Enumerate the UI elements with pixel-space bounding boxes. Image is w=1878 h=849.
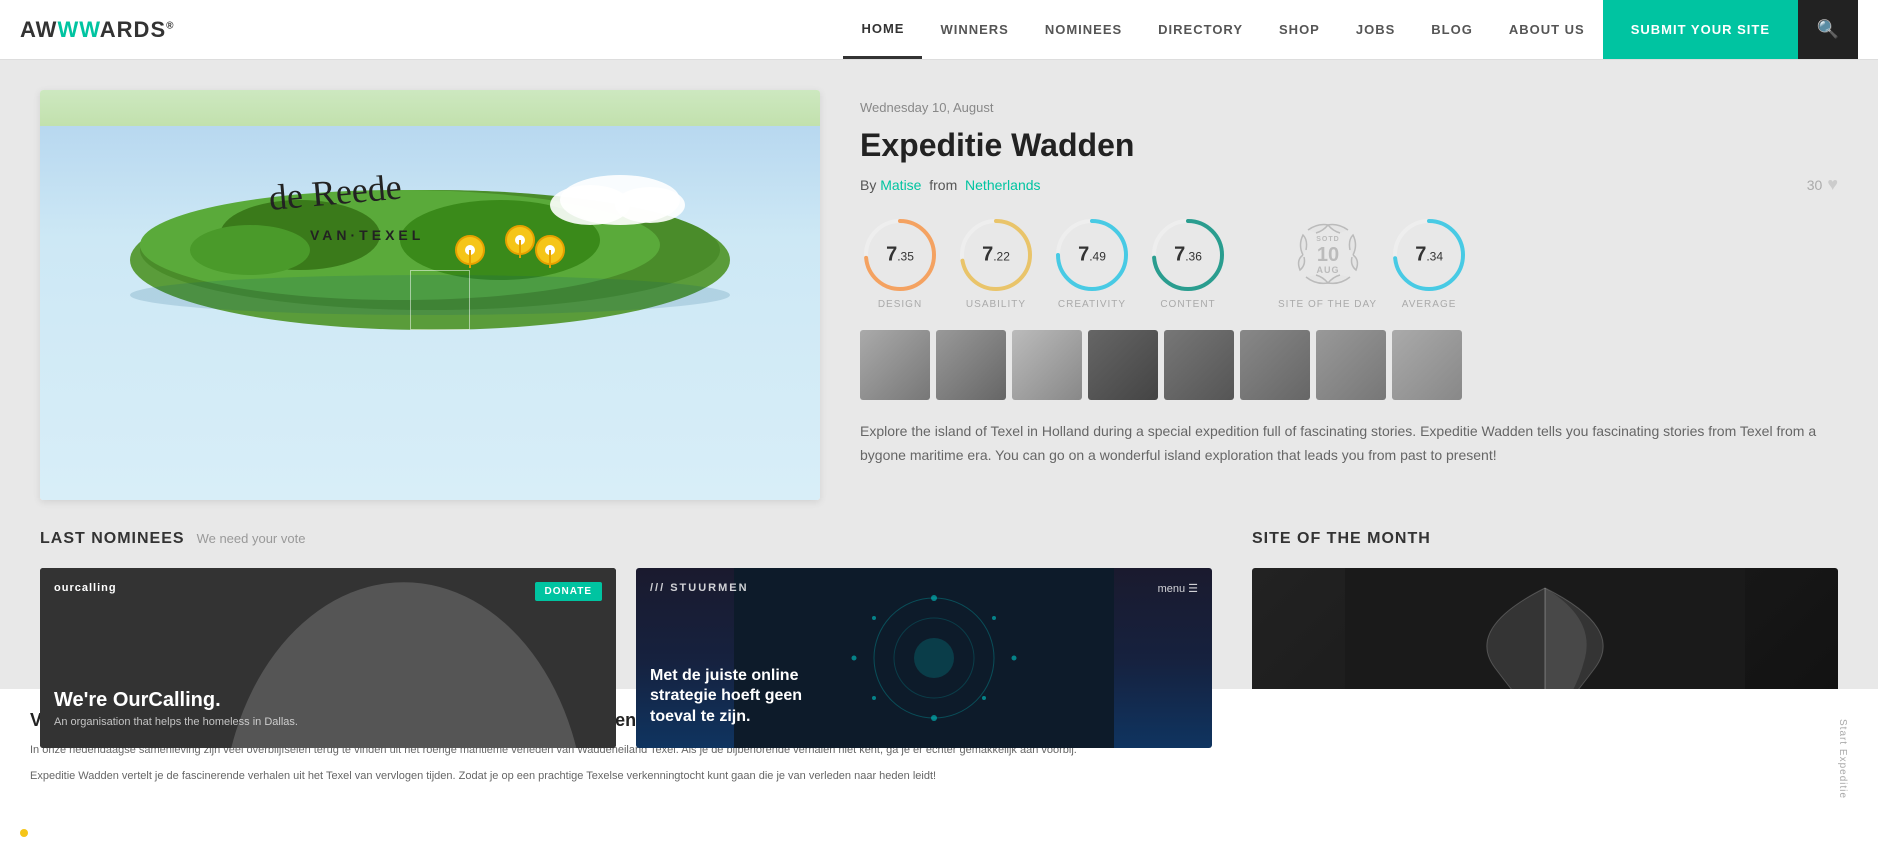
card-sub-1: An organisation that helps the homeless …	[54, 716, 298, 728]
heart-icon: ♥	[1827, 174, 1838, 195]
jury-avatar-8[interactable]	[1392, 330, 1462, 400]
nominees-sub: We need your vote	[197, 531, 306, 546]
nominee-card-ourcalling[interactable]: ourcalling DONATE We're OurCalling. An o…	[40, 568, 616, 748]
score-whole-content: 7	[1174, 244, 1185, 266]
score-label-creativity: CREATIVITY	[1058, 299, 1126, 310]
score-label-usability: USABILITY	[966, 299, 1026, 310]
score-ring-content: 7.36	[1148, 215, 1228, 295]
average-whole: 7	[1415, 244, 1426, 266]
average-value: 7.34	[1415, 244, 1443, 267]
logo-aw: AW	[20, 17, 57, 42]
average-ring: 7.34	[1389, 215, 1469, 295]
logo-reg: ®	[166, 20, 174, 31]
nav-nominees[interactable]: NOMINEES	[1027, 0, 1140, 59]
score-ring-usability: 7.22	[956, 215, 1036, 295]
score-value-creativity: 7.49	[1078, 244, 1106, 267]
search-icon: 🔍	[1817, 19, 1839, 40]
nav-home[interactable]: HOME	[843, 0, 922, 59]
score-dec-design: .35	[897, 250, 914, 264]
sotd-wreath-svg: SOTD 10 AUG	[1288, 215, 1368, 295]
score-value-content: 7.36	[1174, 244, 1202, 267]
nav-blog[interactable]: BLOG	[1413, 0, 1491, 59]
sotm-header: SITE OF THE MONTH	[1252, 530, 1838, 548]
site-date: Wednesday 10, August	[860, 100, 1838, 115]
svg-text:10: 10	[1316, 244, 1338, 266]
score-circles: 7.35 DESIGN 7.22 USABILITY 7.49 CREATIVI…	[860, 215, 1228, 310]
author-link[interactable]: Matise	[880, 177, 921, 193]
score-dec-content: .36	[1185, 250, 1202, 264]
sotd-badge: SOTD 10 AUG SITE OF THE DAY	[1278, 215, 1377, 310]
site-title: Expeditie Wadden	[860, 127, 1838, 164]
site-info-panel: Wednesday 10, August Expeditie Wadden By…	[860, 90, 1838, 500]
sotd-area: SOTD 10 AUG SITE OF THE DAY	[1278, 215, 1469, 310]
score-label-content: CONTENT	[1160, 299, 1215, 310]
card-heading-1: We're OurCalling.	[54, 688, 298, 712]
nav-links: HOME WINNERS NOMINEES DIRECTORY SHOP JOB…	[843, 0, 1602, 59]
jury-avatar-7[interactable]	[1316, 330, 1386, 400]
score-whole-usability: 7	[982, 244, 993, 266]
score-value-design: 7.35	[886, 244, 914, 267]
site-author-line: By Matise from Netherlands 30 ♥	[860, 174, 1838, 195]
score-label-design: DESIGN	[878, 299, 922, 310]
country-link[interactable]: Netherlands	[965, 177, 1041, 193]
sotd-wreath-container: SOTD 10 AUG	[1288, 215, 1368, 295]
score-item-creativity: 7.49 CREATIVITY	[1052, 215, 1132, 310]
preview-image: de Reede VAN·TEXEL	[40, 90, 820, 500]
jury-row	[860, 330, 1838, 400]
score-item-usability: 7.22 USABILITY	[956, 215, 1036, 310]
site-preview[interactable]: ☰ EXPEDITIE WADDEN de Reede VAN TEXEL	[40, 90, 820, 500]
score-item-content: 7.36 CONTENT	[1148, 215, 1228, 310]
nominees-header: LAST NOMINEES We need your vote	[40, 530, 1212, 548]
sotm-title: SITE OF THE MONTH	[1252, 530, 1431, 548]
nav-shop[interactable]: SHOP	[1261, 0, 1338, 59]
jury-avatar-5[interactable]	[1164, 330, 1234, 400]
score-whole-creativity: 7	[1078, 244, 1089, 266]
navbar: AWWWARDS® HOME WINNERS NOMINEES DIRECTOR…	[0, 0, 1878, 60]
score-dec-usability: .22	[993, 250, 1010, 264]
score-ring-design: 7.35	[860, 215, 940, 295]
nominee-card-stuurmen[interactable]: /// STUURMEN menu ☰ Met de juiste online…	[636, 568, 1212, 748]
jury-avatar-3[interactable]	[1012, 330, 1082, 400]
average-score: 7.34 AVERAGE	[1389, 215, 1469, 310]
card-tagline-1: We're OurCalling. An organisation that h…	[54, 688, 298, 728]
nominees-title: LAST NOMINEES	[40, 530, 185, 548]
likes-count[interactable]: 30 ♥	[1807, 174, 1838, 195]
logo[interactable]: AWWWARDS®	[20, 17, 175, 43]
card-donate-btn[interactable]: DONATE	[535, 582, 602, 601]
card-tagline-2: Met de juiste online strategie hoeft gee…	[650, 666, 850, 728]
score-value-usability: 7.22	[982, 244, 1010, 267]
svg-text:VAN·TEXEL: VAN·TEXEL	[310, 227, 424, 243]
average-label: AVERAGE	[1402, 299, 1457, 310]
score-whole-design: 7	[886, 244, 897, 266]
jury-avatar-1[interactable]	[860, 330, 930, 400]
nav-winners[interactable]: WINNERS	[922, 0, 1026, 59]
jury-avatar-6[interactable]	[1240, 330, 1310, 400]
stuurmen-menu: menu ☰	[1158, 582, 1198, 595]
svg-text:SOTD: SOTD	[1316, 236, 1339, 243]
svg-text:AUG: AUG	[1316, 265, 1339, 275]
card-sitename-1: ourcalling	[54, 582, 117, 594]
logo-ards: ARDS	[100, 17, 166, 42]
likes-number: 30	[1807, 177, 1823, 193]
sotd-label: SITE OF THE DAY	[1278, 299, 1377, 310]
score-item-design: 7.35 DESIGN	[860, 215, 940, 310]
logo-ww: WW	[57, 17, 99, 42]
nav-about[interactable]: ABOUT US	[1491, 0, 1603, 59]
score-ring-creativity: 7.49	[1052, 215, 1132, 295]
jury-avatar-2[interactable]	[936, 330, 1006, 400]
main-content: ☰ EXPEDITIE WADDEN de Reede VAN TEXEL	[0, 60, 1878, 530]
search-button[interactable]: 🔍	[1798, 0, 1858, 59]
nav-directory[interactable]: DIRECTORY	[1140, 0, 1261, 59]
average-dec: .34	[1426, 250, 1443, 264]
nav-jobs[interactable]: JOBS	[1338, 0, 1413, 59]
submit-site-button[interactable]: SUBMIT YOUR SITE	[1603, 0, 1798, 59]
jury-avatar-4[interactable]	[1088, 330, 1158, 400]
scores-row: 7.35 DESIGN 7.22 USABILITY 7.49 CREATIVI…	[860, 215, 1838, 310]
location-ring	[410, 270, 470, 330]
score-dec-creativity: .49	[1089, 250, 1106, 264]
stuurmen-logo: /// STUURMEN	[650, 582, 749, 594]
site-description: Explore the island of Texel in Holland d…	[860, 420, 1838, 468]
card-heading-2: Met de juiste online strategie hoeft gee…	[650, 666, 850, 728]
